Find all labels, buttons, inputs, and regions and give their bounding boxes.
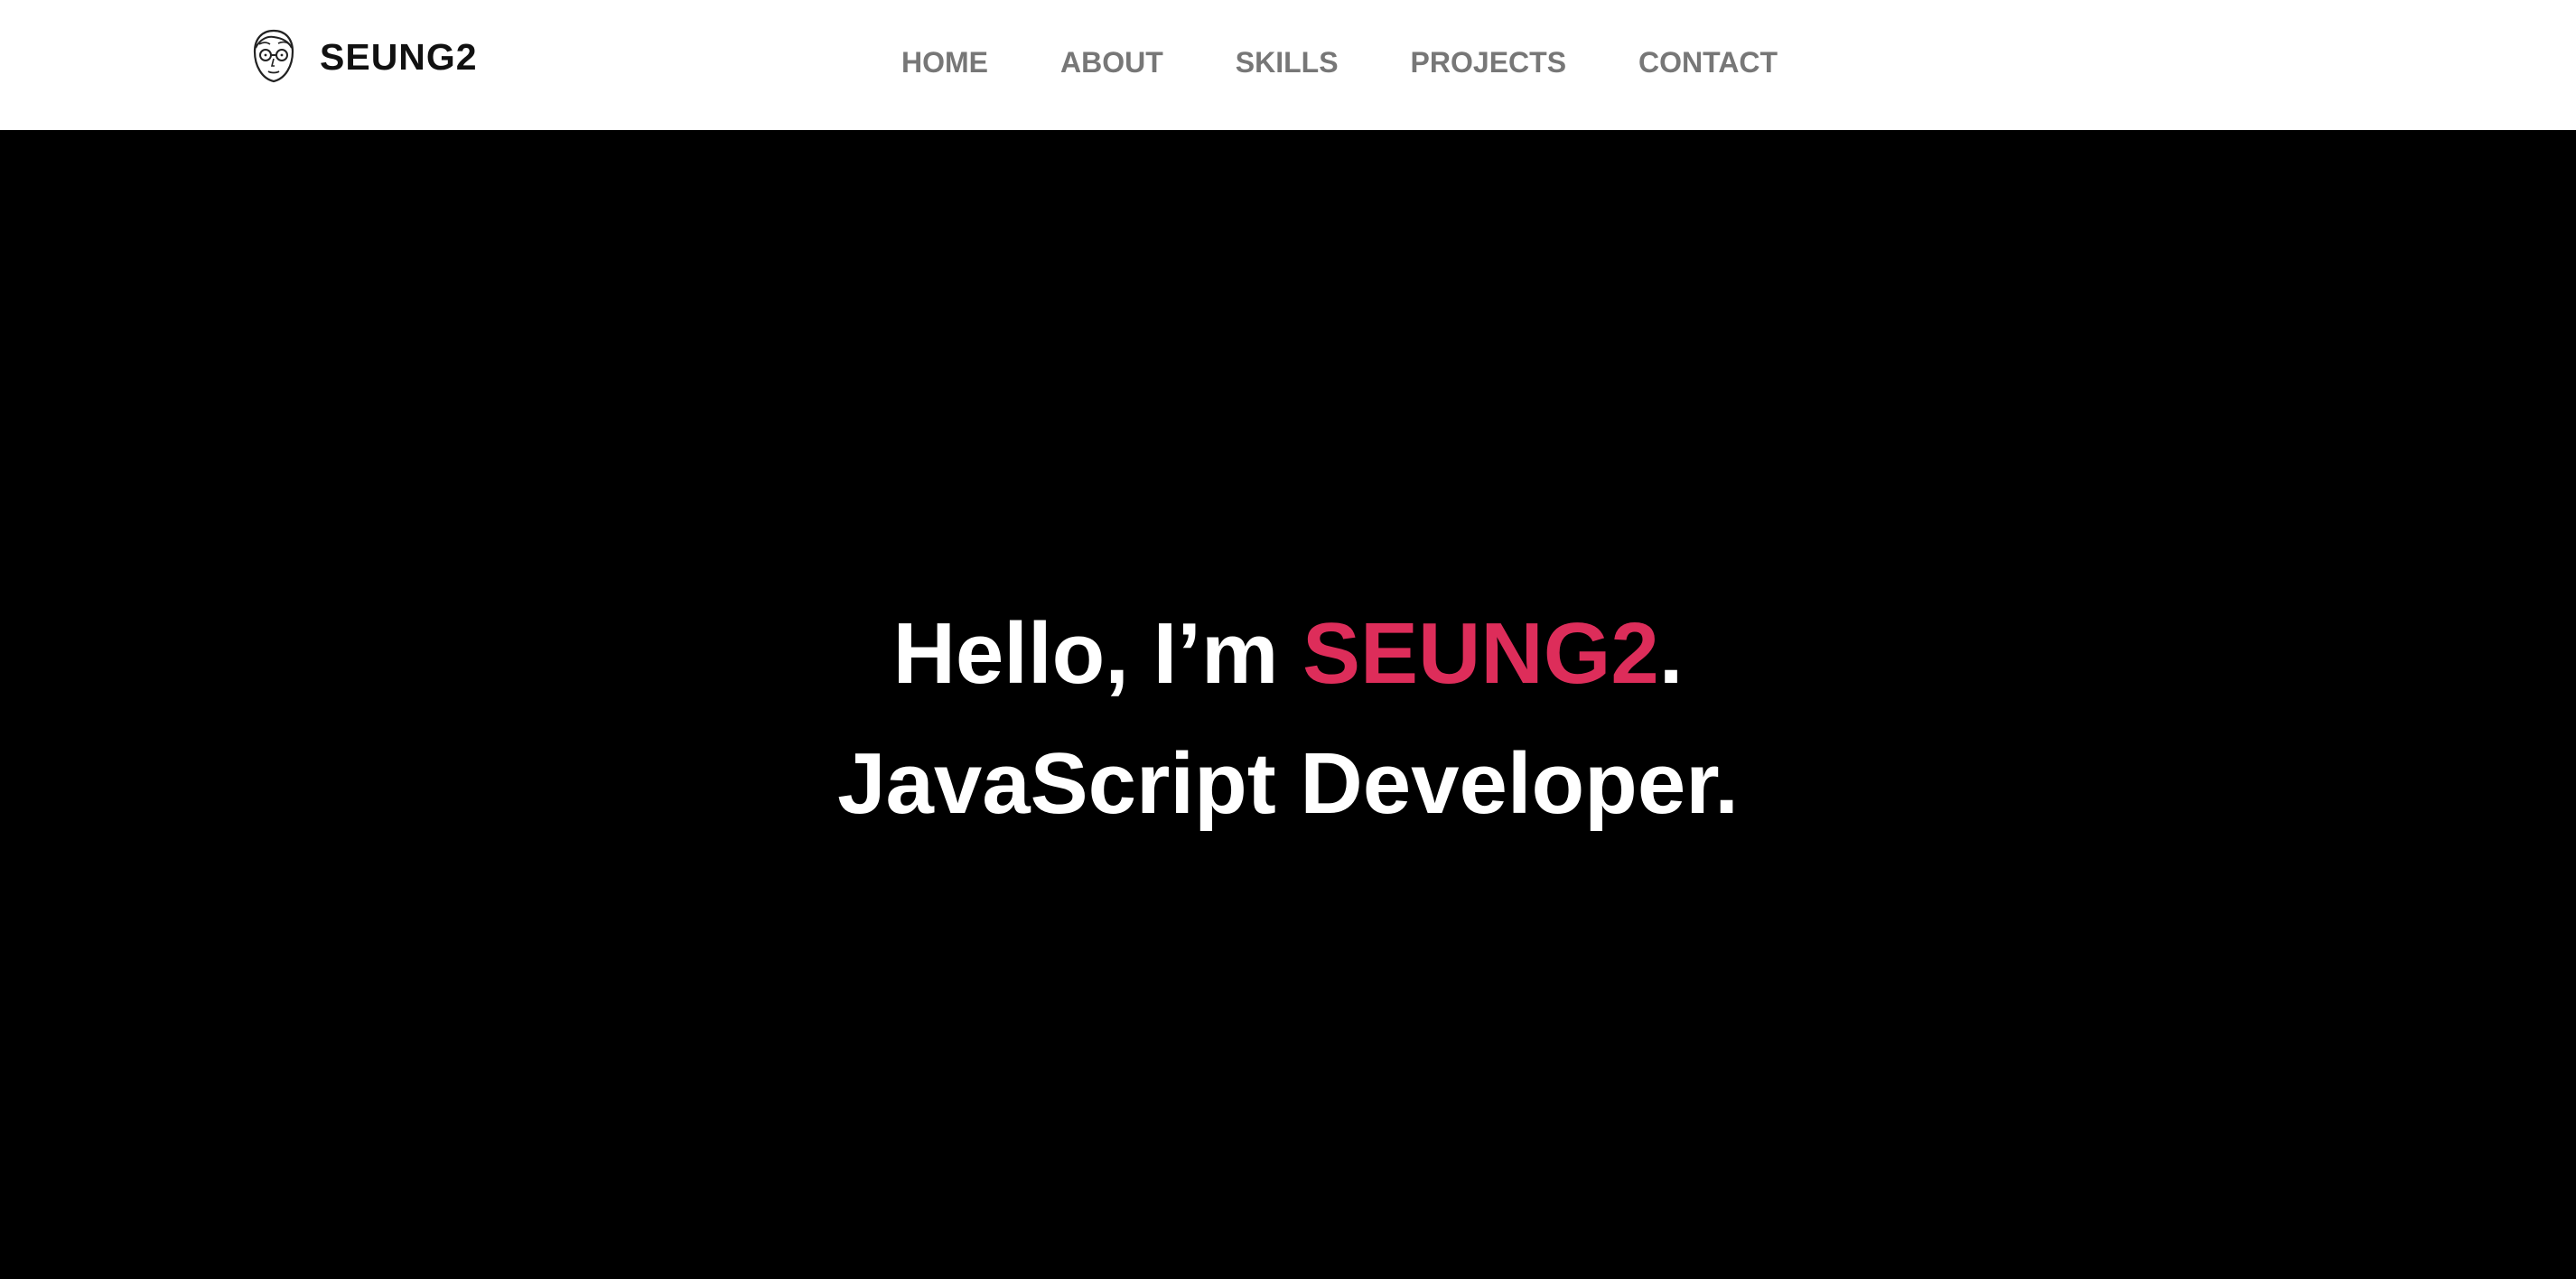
greeting-prefix: Hello, I’m [892, 605, 1302, 702]
greeting-suffix: . [1658, 605, 1684, 702]
logo-link[interactable]: SEUNG2 [251, 27, 478, 87]
hero-name: SEUNG2 [1302, 605, 1659, 702]
menu-item-projects[interactable]: PROJECTS [1411, 48, 1566, 77]
hero-role: JavaScript Developer. [837, 735, 1739, 832]
menu-item-skills[interactable]: SKILLS [1236, 48, 1339, 77]
menu-item-about[interactable]: ABOUT [1060, 48, 1163, 77]
menu-item-home[interactable]: HOME [901, 48, 988, 77]
top-navbar: SEUNG2 HOME ABOUT SKILLS PROJECTS CONTAC… [0, 0, 2576, 130]
face-with-glasses-icon [253, 29, 294, 83]
main-menu: HOME ABOUT SKILLS PROJECTS CONTACT [901, 42, 1778, 83]
hero-greeting: Hello, I’m SEUNG2. [0, 611, 2576, 697]
logo-text: SEUNG2 [320, 35, 478, 78]
hero-section: Hello, I’m SEUNG2. JavaScript Developer. [0, 130, 2576, 1279]
menu-item-contact[interactable]: CONTACT [1638, 48, 1778, 77]
